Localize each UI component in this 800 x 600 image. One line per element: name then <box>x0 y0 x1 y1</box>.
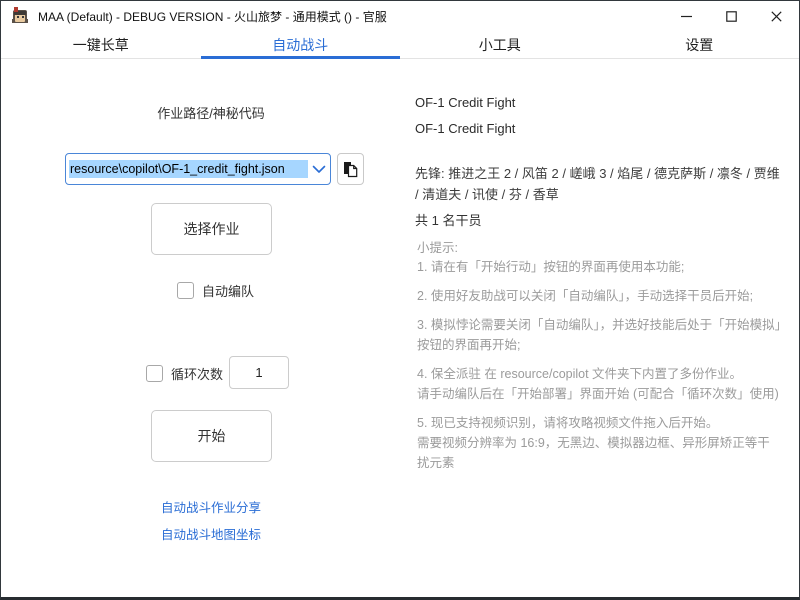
maximize-icon <box>726 11 737 22</box>
tip-item: 2. 使用好友助战可以关闭「自动编队」，手动选择干员后开始; <box>417 286 781 306</box>
tip-item: 3. 模拟悖论需要关闭「自动编队」，并选好技能后处于「开始模拟」按钮的界面再开始… <box>417 315 781 355</box>
tips-title: 小提示: <box>417 237 458 256</box>
loop-times-input[interactable]: 1 <box>229 356 289 389</box>
loop-times-checkbox[interactable] <box>146 365 163 382</box>
tip-item: 1. 请在有「开始行动」按钮的界面再使用本功能; <box>417 257 781 277</box>
main-content: 作业路径/神秘代码 resource\copilot\OF-1_credit_f… <box>1 59 799 598</box>
tab-label: 自动战斗 <box>272 35 328 55</box>
tab-bar: 一键长草 自动战斗 小工具 设置 <box>1 31 799 59</box>
tip-item: 5. 现已支持视频识别，请将攻略视频文件拖入后开始。 需要视频分辨率为 16:9… <box>417 413 781 473</box>
auto-squad-row: 自动编队 <box>177 281 254 300</box>
tab-farming[interactable]: 一键长草 <box>1 31 201 58</box>
chevron-down-icon[interactable] <box>312 165 326 174</box>
copy-icon <box>343 161 358 178</box>
auto-squad-checkbox[interactable] <box>177 282 194 299</box>
operator-count: 共 1 名干员 <box>415 210 481 229</box>
app-logo-icon <box>10 6 30 26</box>
tab-settings[interactable]: 设置 <box>600 31 800 58</box>
maximize-button[interactable] <box>709 1 754 31</box>
loop-times-value: 1 <box>255 365 262 380</box>
window-controls <box>664 1 799 31</box>
tab-label: 设置 <box>685 35 713 55</box>
copilot-doc-title: OF-1 Credit Fight <box>415 121 515 136</box>
tab-auto-battle[interactable]: 自动战斗 <box>201 31 401 58</box>
tips-list: 1. 请在有「开始行动」按钮的界面再使用本功能; 2. 使用好友助战可以关闭「自… <box>417 257 781 482</box>
close-icon <box>771 11 782 22</box>
select-copilot-label: 选择作业 <box>184 219 240 239</box>
loop-times-label: 循环次数 <box>171 364 223 383</box>
minimize-icon <box>681 11 692 22</box>
title-bar: MAA (Default) - DEBUG VERSION - 火山旅梦 - 通… <box>1 1 799 31</box>
copilot-path-value: resource\copilot\OF-1_credit_fight.json <box>69 160 308 178</box>
copilot-path-combobox[interactable]: resource\copilot\OF-1_credit_fight.json <box>65 153 331 185</box>
stage-title: OF-1 Credit Fight <box>415 95 515 110</box>
tip-item: 4. 保全派驻 在 resource/copilot 文件夹下内置了多份作业。 … <box>417 364 781 404</box>
copilot-path-label: 作业路径/神秘代码 <box>66 103 356 122</box>
tab-label: 一键长草 <box>73 35 129 55</box>
copilot-share-link[interactable]: 自动战斗作业分享 <box>66 497 356 516</box>
close-button[interactable] <box>754 1 799 31</box>
minimize-button[interactable] <box>664 1 709 31</box>
select-copilot-button[interactable]: 选择作业 <box>151 203 272 255</box>
window-title: MAA (Default) - DEBUG VERSION - 火山旅梦 - 通… <box>38 8 387 25</box>
app-window: MAA (Default) - DEBUG VERSION - 火山旅梦 - 通… <box>0 0 800 600</box>
tab-tools[interactable]: 小工具 <box>400 31 600 58</box>
start-button[interactable]: 开始 <box>151 410 272 462</box>
copy-path-button[interactable] <box>337 153 364 185</box>
tab-label: 小工具 <box>479 35 521 55</box>
operator-list: 先锋: 推进之王 2 / 风笛 2 / 嵯峨 3 / 焰尾 / 德克萨斯 / 凛… <box>415 163 783 205</box>
auto-squad-label: 自动编队 <box>202 281 254 300</box>
map-coordinates-link[interactable]: 自动战斗地图坐标 <box>66 524 356 543</box>
loop-times-row: 循环次数 <box>146 364 223 383</box>
start-label: 开始 <box>198 426 226 446</box>
